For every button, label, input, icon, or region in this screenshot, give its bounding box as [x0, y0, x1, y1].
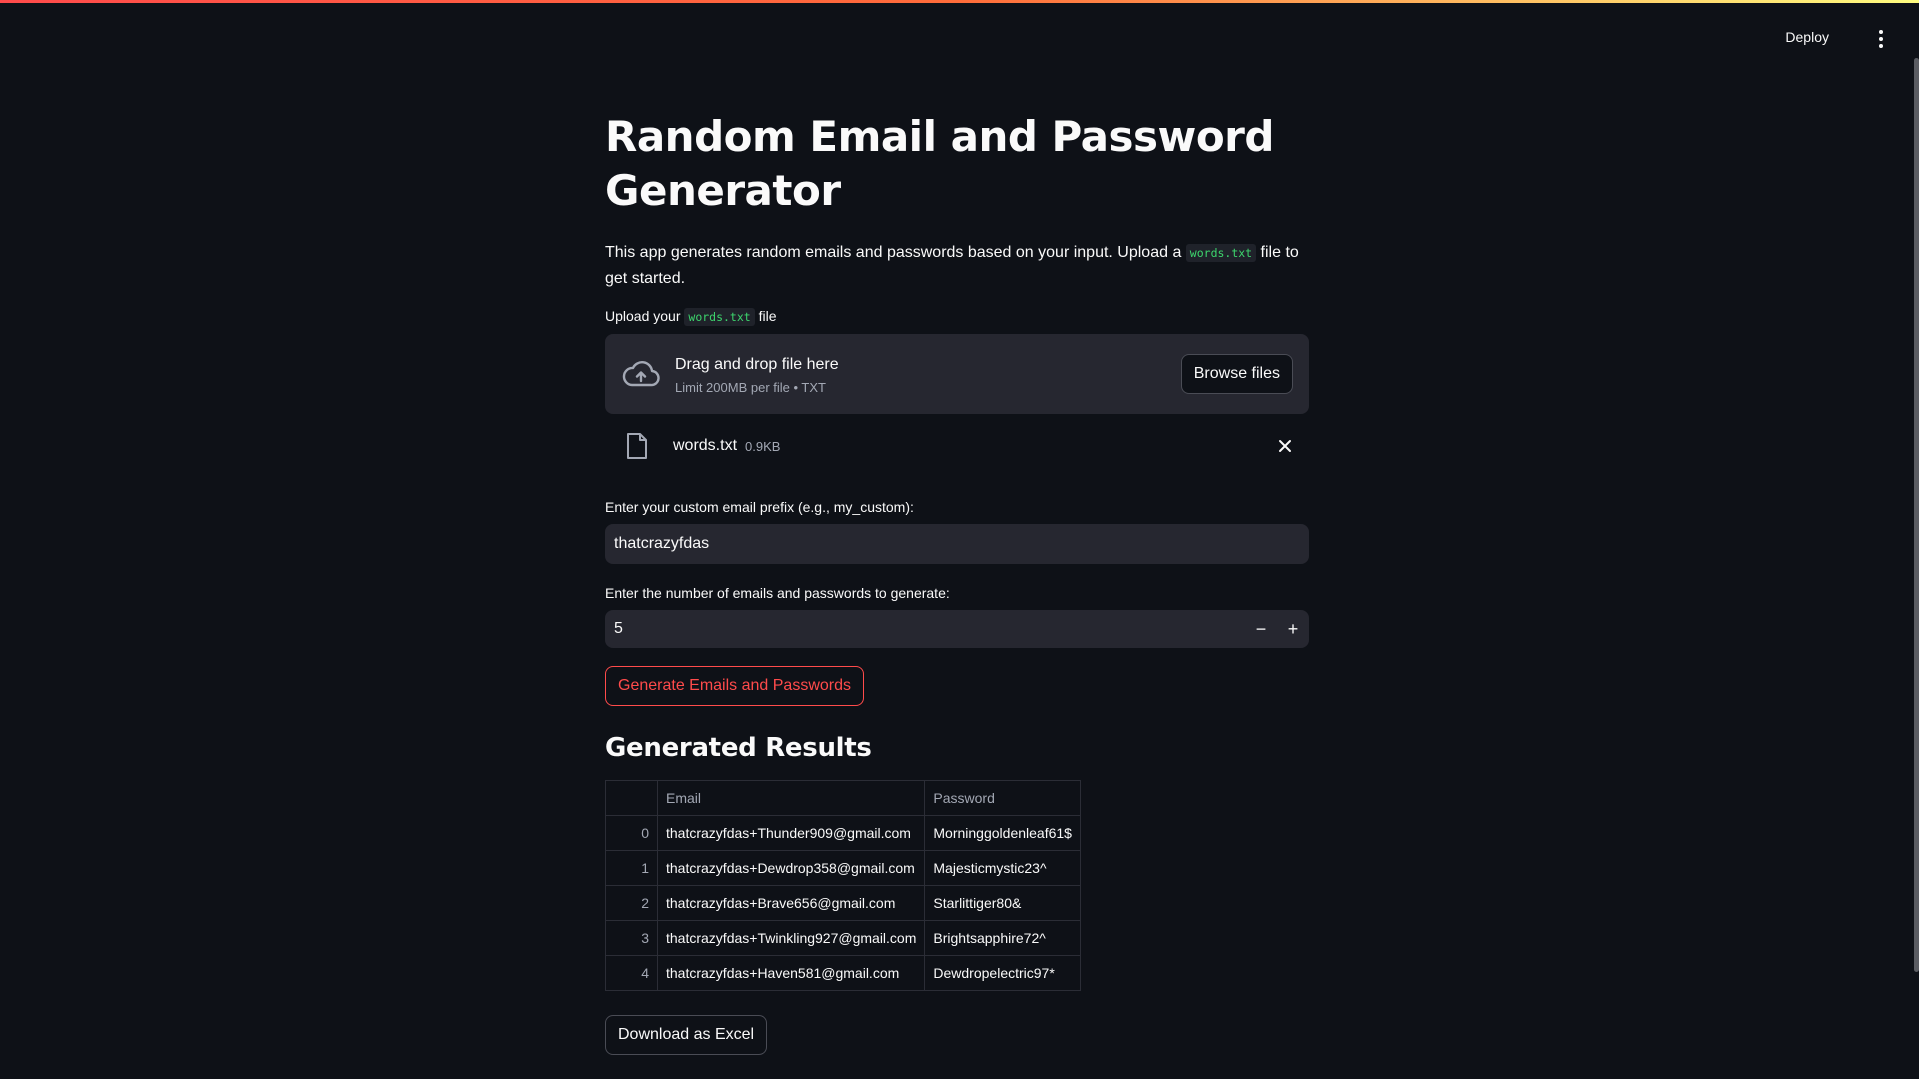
upload-label-code: words.txt [684, 308, 755, 326]
uploaded-file-size: 0.9KB [745, 438, 781, 454]
download-excel-button[interactable]: Download as Excel [605, 1015, 768, 1055]
uploaded-file-row: words.txt 0.9KB [605, 414, 1309, 478]
password-cell[interactable]: Morninggoldenleaf61$ [924, 815, 1081, 851]
password-cell[interactable]: Brightsapphire72^ [924, 920, 1081, 956]
decrement-button[interactable]: − [1245, 610, 1277, 648]
dropzone-title: Drag and drop file here [675, 355, 839, 373]
column-header-index[interactable] [605, 780, 658, 816]
column-header-email[interactable]: Email [656, 780, 926, 816]
table-row: 3 thatcrazyfdas+Twinkling927@gmail.com B… [605, 920, 1081, 956]
deploy-button[interactable]: Deploy [1775, 25, 1839, 49]
count-input[interactable] [605, 610, 1245, 648]
cloud-upload-icon [621, 354, 661, 394]
dropzone-limit: Limit 200MB per file • TXT [675, 379, 826, 395]
table-row: 1 thatcrazyfdas+Dewdrop358@gmail.com Maj… [605, 850, 1081, 886]
email-cell[interactable]: thatcrazyfdas+Haven581@gmail.com [656, 955, 926, 991]
email-cell[interactable]: thatcrazyfdas+Twinkling927@gmail.com [656, 920, 926, 956]
intro-text: This app generates random emails and pas… [605, 244, 1299, 287]
table-row: 2 thatcrazyfdas+Brave656@gmail.com Starl… [605, 885, 1081, 921]
browse-files-button[interactable]: Browse files [1180, 354, 1293, 394]
app-header: Deploy [0, 3, 1919, 69]
email-cell[interactable]: thatcrazyfdas+Dewdrop358@gmail.com [656, 850, 926, 886]
results-table: Email Password 0 thatcrazyfdas+Thunder90… [605, 780, 1081, 991]
email-prefix-input[interactable] [605, 524, 1309, 564]
increment-button[interactable]: + [1277, 610, 1309, 648]
row-index: 4 [605, 955, 658, 991]
email-cell[interactable]: thatcrazyfdas+Thunder909@gmail.com [656, 815, 926, 851]
page-title: Random Email and Password Generator [605, 112, 1274, 215]
row-index: 3 [605, 920, 658, 956]
dropzone-text: Drag and drop file here Limit 200MB per … [675, 354, 839, 395]
password-cell[interactable]: Starlittiger80& [924, 885, 1081, 921]
main-content: Random Email and Password Generator This… [605, 110, 1309, 1055]
generate-button[interactable]: Generate Emails and Passwords [605, 666, 864, 706]
intro-code: words.txt [1185, 244, 1257, 262]
table-row: 0 thatcrazyfdas+Thunder909@gmail.com Mor… [605, 815, 1081, 851]
uploaded-file-name: words.txt [673, 437, 738, 454]
email-cell[interactable]: thatcrazyfdas+Brave656@gmail.com [656, 885, 926, 921]
password-cell[interactable]: Majesticmystic23^ [924, 850, 1081, 886]
file-icon [625, 432, 653, 460]
count-stepper: − + [605, 610, 1309, 648]
row-index: 2 [605, 885, 658, 921]
scrollbar[interactable] [1914, 58, 1919, 972]
row-index: 0 [605, 815, 658, 851]
table-header-row: Email Password [605, 780, 1081, 816]
count-label: Enter the number of emails and passwords… [605, 585, 950, 601]
kebab-menu-icon[interactable] [1871, 27, 1891, 51]
results-title: Generated Results [605, 733, 872, 763]
column-header-password[interactable]: Password [924, 780, 1081, 816]
prefix-label: Enter your custom email prefix (e.g., my… [605, 499, 914, 515]
upload-label: Upload your words.txt file [605, 308, 777, 326]
password-cell[interactable]: Dewdropelectric97* [924, 955, 1081, 991]
file-dropzone[interactable]: Drag and drop file here Limit 200MB per … [605, 334, 1309, 414]
close-icon[interactable] [1273, 434, 1297, 458]
table-row: 4 thatcrazyfdas+Haven581@gmail.com Dewdr… [605, 955, 1081, 991]
row-index: 1 [605, 850, 658, 886]
